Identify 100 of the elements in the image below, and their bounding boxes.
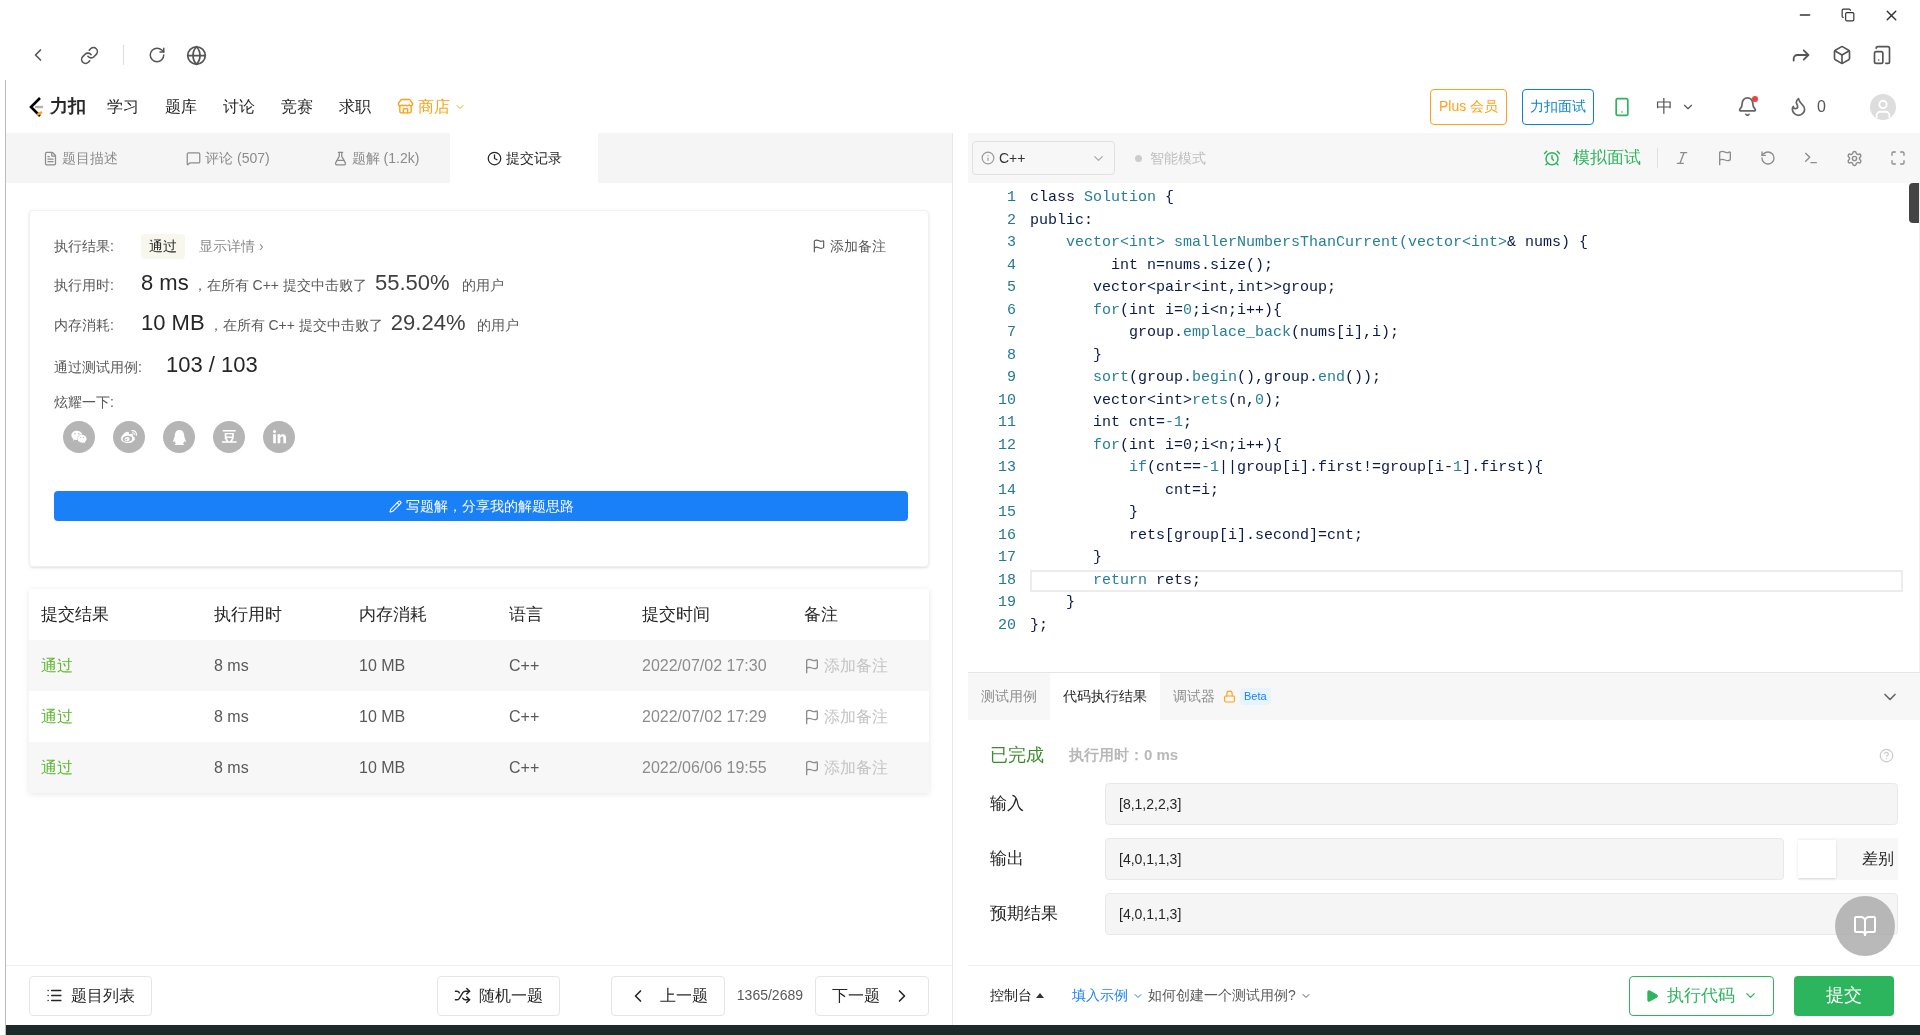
previous-problem-button[interactable]: 上一题 (610, 975, 725, 1016)
console-tab[interactable]: 代码执行结果 (1050, 673, 1160, 720)
language-dropdown[interactable]: 中 (1656, 93, 1696, 120)
flag-icon (804, 708, 820, 725)
table-cell-text: 10 MB (359, 655, 407, 676)
panel-tab[interactable]: 题解 (1.2k) (302, 133, 450, 183)
cube-icon[interactable] (1832, 45, 1852, 65)
code-line: return rets; (1030, 569, 1903, 592)
flag-icon (812, 239, 826, 253)
write-solution-button[interactable]: 写题解，分享我的解题思路 (54, 491, 908, 521)
line-number: 2 (1006, 210, 1016, 231)
code-line: } (1092, 345, 1103, 366)
nav-link[interactable]: 讨论 (223, 94, 255, 119)
table-cell-text: 8 ms (214, 706, 250, 727)
settings-icon[interactable] (1846, 149, 1863, 167)
linkedin-icon[interactable] (263, 421, 295, 453)
nav-link[interactable]: 竞赛 (281, 94, 313, 119)
help-link[interactable]: 如何创建一个测试用例? (1148, 985, 1312, 1006)
panel-tab[interactable]: 提交记录 (450, 133, 598, 183)
output-field: [4,0,1,1,3] (1105, 893, 1898, 935)
scrollbar-thumb[interactable] (1909, 183, 1919, 223)
flask-icon (332, 150, 348, 166)
nav-link[interactable]: 题库 (165, 94, 197, 119)
book-icon (1853, 914, 1877, 938)
line-number: 1 (1006, 188, 1016, 208)
link-icon[interactable] (80, 45, 99, 65)
fullscreen-icon[interactable] (1890, 150, 1906, 166)
code-line: } (1065, 593, 1076, 613)
penguin-icon[interactable] (163, 421, 195, 453)
line-number: 9 (1006, 368, 1016, 388)
document-icon (42, 150, 58, 166)
mock-interview-button[interactable]: 模拟面试 (1543, 145, 1641, 171)
reset-icon[interactable] (1760, 150, 1776, 166)
line-number: 20 (997, 615, 1016, 636)
shuffle-icon (453, 987, 471, 1004)
logo-icon[interactable] (28, 95, 46, 118)
beta-badge: Beta (1240, 688, 1271, 705)
help-icon[interactable] (1879, 747, 1894, 763)
table-cell-text: 10 MB (359, 757, 407, 778)
flag-icon[interactable] (1717, 150, 1733, 166)
console-tab[interactable]: 测试用例 (968, 673, 1050, 720)
code-line: if(cnt==-1||group[i].first!=group[i-1].first){ (1128, 458, 1545, 478)
code-line: vector<int>rets(n,0); (1092, 390, 1284, 411)
status-link[interactable]: 通过 (29, 704, 214, 729)
restore-icon[interactable] (1841, 8, 1855, 22)
code-line: rets[group[i].second]=cnt; (1128, 525, 1365, 546)
panel-tab[interactable]: 题目描述 (6, 133, 154, 183)
output-field: [4,0,1,1,3] (1105, 838, 1784, 880)
stat-value: 8 ms (141, 269, 189, 297)
diff-toggle[interactable]: 差别 (1798, 838, 1898, 880)
wechat-icon[interactable] (63, 421, 95, 453)
language-select[interactable]: C++ (972, 141, 1115, 175)
field-label: 预期结果 (990, 903, 1059, 926)
add-note-button[interactable]: 添加备注 (812, 235, 886, 257)
status-link[interactable]: 通过 (29, 755, 214, 780)
field-label: 输出 (990, 848, 1025, 871)
details-link[interactable]: 显示详情 › (199, 235, 264, 257)
stat-value: 10 MB (141, 309, 205, 337)
submit-button[interactable]: 提交 (1794, 975, 1894, 1016)
table-cell-text: C++ (509, 757, 541, 778)
interview-button[interactable]: 力扣面试 (1522, 88, 1595, 125)
play-icon (1645, 988, 1659, 1003)
weibo-icon[interactable] (113, 421, 145, 453)
console-toggle[interactable]: 控制台 (990, 985, 1044, 1006)
line-number: 11 (997, 413, 1016, 433)
table-cell-text: 2022/07/02 17:29 (642, 706, 768, 727)
caret-up-icon (1036, 993, 1044, 998)
table-cell-text: 10 MB (359, 706, 407, 727)
italic-i-icon[interactable] (1674, 150, 1690, 166)
nav-link[interactable]: 求职 (339, 94, 371, 119)
table-cell-text: 8 ms (214, 757, 250, 778)
list-icon (46, 987, 63, 1004)
device-icon[interactable] (1872, 45, 1892, 65)
submission-row[interactable]: 通过 8 ms 10 MB C++ 2022/07/02 17:29 添加备注 (29, 691, 929, 742)
line-number: 10 (997, 390, 1016, 411)
column-header: 语言 (509, 603, 544, 626)
code-line: cnt=i; (1164, 480, 1221, 501)
refresh-icon[interactable] (148, 46, 166, 64)
random-problem-button[interactable]: 随机一题 (436, 975, 560, 1016)
column-header: 执行用时 (214, 603, 283, 626)
problem-list-button[interactable]: 题目列表 (29, 975, 152, 1016)
next-problem-button[interactable]: 下一题 (815, 975, 929, 1016)
bell-icon[interactable] (1737, 96, 1759, 117)
globe-icon[interactable] (186, 44, 207, 66)
shop-icon (397, 98, 414, 115)
run-code-button[interactable]: 执行代码 (1629, 975, 1774, 1016)
code-line: for(int i=0;i<n;i++){ (1092, 300, 1284, 321)
nav-link[interactable]: 学习 (107, 94, 139, 119)
field-label: 执行用时: (54, 276, 115, 295)
terminal-icon[interactable] (1803, 150, 1819, 166)
console-tab[interactable]: 调试器 Beta (1160, 673, 1284, 720)
line-number: 14 (997, 480, 1016, 501)
code-line: int n=nums.size(); (1110, 255, 1275, 276)
code-line: vector<pair<int,int>>group; (1092, 278, 1338, 298)
code-line: for(int i=0;i<n;i++){ (1092, 435, 1284, 456)
panel-tab[interactable]: 评论 (507) (154, 133, 302, 183)
line-number: 18 (997, 570, 1016, 591)
fill-example-link[interactable]: 填入示例 (1072, 985, 1144, 1006)
logo-text[interactable]: 力扣 (50, 93, 86, 120)
status-link[interactable]: 通过 (29, 653, 214, 678)
